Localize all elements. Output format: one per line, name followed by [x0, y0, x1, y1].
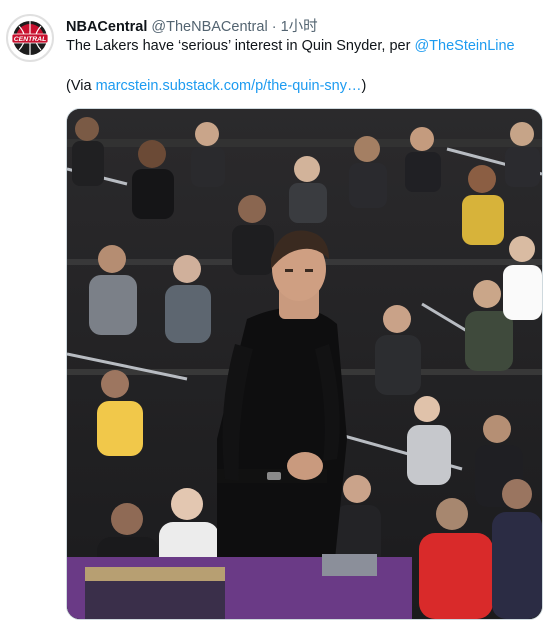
author-handle[interactable]: @TheNBACentral [151, 19, 267, 35]
tweet-text: The Lakers have ‘serious’ interest in Qu… [66, 38, 515, 54]
photo-coach-courtside-icon [67, 109, 542, 619]
avatar-text: CENTRAL [14, 36, 46, 43]
tweet-text-body: The Lakers have ‘serious’ interest in Qu… [66, 38, 415, 54]
mention-link[interactable]: @TheSteinLine [414, 38, 514, 54]
tweet-card[interactable]: CENTRAL NBACentral @TheNBACentral · 1小时 … [0, 0, 559, 624]
nba-central-logo-icon: CENTRAL [9, 17, 51, 59]
tweet-photo[interactable] [66, 108, 543, 620]
separator-dot: · [271, 19, 277, 35]
via-suffix: ) [361, 78, 367, 94]
avatar[interactable]: CENTRAL [6, 14, 54, 62]
via-prefix: (Via [66, 78, 96, 94]
timestamp[interactable]: 1小时 [281, 19, 318, 35]
source-link[interactable]: marcstein.substack.com/p/the-quin-sny… [96, 78, 362, 94]
tweet-via-line: (Via marcstein.substack.com/p/the-quin-s… [66, 78, 366, 94]
tweet-header: NBACentral @TheNBACentral · 1小时 [66, 15, 318, 36]
author-name[interactable]: NBACentral [66, 19, 147, 35]
